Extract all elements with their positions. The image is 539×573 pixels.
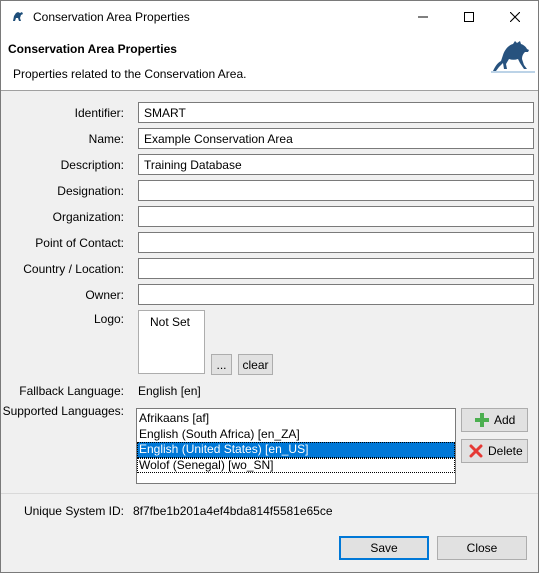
maximize-icon bbox=[464, 11, 474, 22]
language-item[interactable]: Wolof (Senegal) [wo_SN] bbox=[137, 457, 455, 473]
country-location-field[interactable] bbox=[138, 258, 534, 279]
identifier-label: Identifier: bbox=[74, 106, 124, 120]
footer-separator bbox=[1, 493, 538, 494]
point-of-contact-label: Point of Contact: bbox=[35, 236, 124, 250]
supported-languages-list[interactable]: Afrikaans [af] English (South Africa) [e… bbox=[136, 408, 456, 484]
properties-dialog: Conservation Area Properties Conservatio… bbox=[0, 0, 539, 573]
language-item[interactable]: Afrikaans [af] bbox=[137, 411, 455, 427]
unique-system-id-label: Unique System ID: bbox=[23, 504, 124, 518]
name-label: Name: bbox=[88, 132, 124, 146]
description-label: Description: bbox=[60, 158, 124, 172]
maximize-button[interactable] bbox=[446, 1, 492, 32]
country-location-label: Country / Location: bbox=[23, 262, 124, 276]
close-button[interactable]: Close bbox=[437, 536, 527, 560]
fallback-language-value: English [en] bbox=[138, 384, 201, 398]
logo-preview: Not Set bbox=[138, 310, 205, 374]
organization-label: Organization: bbox=[52, 210, 124, 224]
language-item-selected[interactable]: English (United States) [en_US] bbox=[137, 442, 455, 458]
close-window-button[interactable] bbox=[492, 1, 538, 32]
dialog-header: Conservation Area Properties Properties … bbox=[1, 32, 538, 91]
owner-label: Owner: bbox=[85, 288, 124, 302]
delete-language-label: Delete bbox=[488, 444, 523, 458]
organization-field[interactable] bbox=[138, 206, 534, 227]
logo-status: Not Set bbox=[150, 315, 191, 329]
clear-logo-button[interactable]: clear bbox=[238, 354, 273, 375]
save-button[interactable]: Save bbox=[339, 536, 429, 560]
point-of-contact-field[interactable] bbox=[138, 232, 534, 253]
language-item[interactable]: English (South Africa) [en_ZA] bbox=[137, 427, 455, 443]
browse-logo-button[interactable]: ... bbox=[211, 354, 232, 375]
brand-logo-icon bbox=[491, 41, 535, 73]
delete-language-button[interactable]: Delete bbox=[461, 439, 528, 463]
header-title: Conservation Area Properties bbox=[8, 42, 177, 56]
unique-system-id-value: 8f7fbe1b201a4ef4bda814f5581e65ce bbox=[133, 504, 333, 518]
app-icon bbox=[13, 12, 23, 21]
name-field[interactable]: Example Conservation Area bbox=[138, 128, 534, 149]
designation-label: Designation: bbox=[57, 184, 124, 198]
add-icon bbox=[475, 413, 489, 427]
title-bar[interactable]: Conservation Area Properties bbox=[1, 1, 538, 32]
delete-icon bbox=[469, 444, 483, 458]
header-description: Properties related to the Conservation A… bbox=[13, 67, 247, 81]
add-language-button[interactable]: Add bbox=[461, 408, 528, 432]
description-field[interactable]: Training Database bbox=[138, 154, 534, 175]
designation-field[interactable] bbox=[138, 180, 534, 201]
window-title: Conservation Area Properties bbox=[33, 10, 190, 24]
identifier-field[interactable]: SMART bbox=[138, 102, 534, 123]
minimize-button[interactable] bbox=[400, 1, 446, 32]
owner-field[interactable] bbox=[138, 284, 534, 305]
minimize-icon bbox=[418, 16, 428, 17]
logo-label: Logo: bbox=[93, 312, 124, 326]
add-language-label: Add bbox=[494, 413, 516, 427]
close-icon bbox=[510, 11, 520, 22]
fallback-language-label: Fallback Language: bbox=[19, 384, 124, 398]
supported-languages-label: Supported Languages: bbox=[2, 404, 124, 418]
